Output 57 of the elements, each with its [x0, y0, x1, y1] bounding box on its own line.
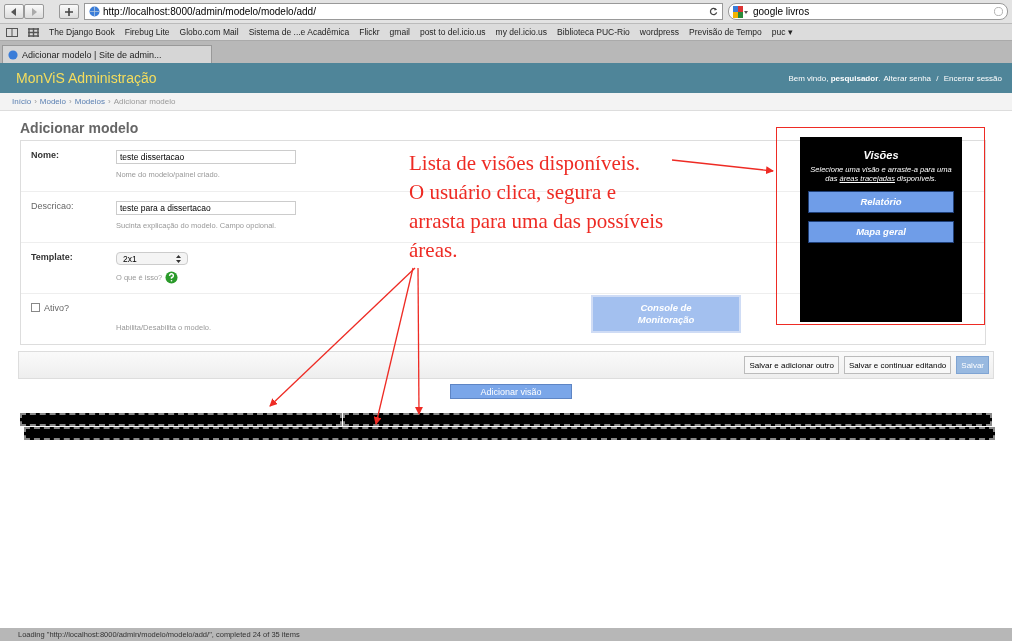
book-icon[interactable] [6, 27, 18, 37]
plus-icon [65, 7, 73, 16]
bookmark-link[interactable]: Biblioteca PUC-Rio [557, 27, 630, 37]
separator-text: / [935, 73, 940, 83]
add-bookmark-button[interactable] [59, 4, 79, 19]
breadcrumb-item[interactable]: Modelos [74, 97, 105, 106]
header-link[interactable]: Encerrar sessão [943, 73, 1002, 83]
browser-tab[interactable]: Adicionar modelo | Site de admin... [2, 45, 212, 63]
bookmark-link[interactable]: gmail [389, 27, 410, 37]
breadcrumb-separator: › [69, 97, 72, 106]
grid-icon[interactable] [28, 27, 39, 37]
breadcrumb-separator: › [34, 97, 37, 106]
bookmark-link[interactable]: my del.icio.us [495, 27, 548, 37]
drop-area[interactable] [24, 427, 995, 440]
site-title: MonViS Administração [16, 70, 157, 86]
forward-icon [30, 7, 38, 16]
text-input[interactable]: teste para a dissertacao [116, 201, 296, 215]
bookmark-link[interactable]: wordpress [639, 27, 680, 37]
panel-title: Visões [863, 149, 899, 161]
field-label: Nome: [31, 150, 59, 160]
bookmark-link[interactable]: The Django Book [49, 27, 115, 37]
field-label: Template: [31, 252, 73, 262]
text-input[interactable]: teste dissertacao [116, 150, 296, 164]
bookmark-link[interactable]: puc ▾ [771, 27, 793, 37]
field-label: Descricao: [31, 201, 74, 211]
bookmark-link[interactable]: Flickr [359, 27, 380, 37]
checkbox[interactable] [31, 303, 40, 312]
back-button[interactable] [4, 4, 24, 19]
google-icon [733, 5, 749, 18]
drop-area[interactable] [343, 413, 992, 426]
save-button[interactable]: Salvar e continuar editando [843, 356, 952, 374]
field-label: Ativo? [44, 303, 69, 313]
drop-area[interactable] [20, 413, 342, 426]
breadcrumb-separator: › [107, 97, 111, 106]
template-select[interactable]: 2x1 [116, 252, 188, 265]
search-field[interactable]: google livros [728, 3, 1008, 20]
bookmark-link[interactable]: Sistema de ...e Acadêmica [248, 27, 350, 37]
tab-title: Adicionar modelo | Site de admin... [22, 49, 162, 60]
url-text: http://localhost:8000/admin/modelo/modelo/add/ [103, 6, 317, 17]
reload-icon[interactable] [709, 7, 718, 16]
breadcrumb-item[interactable]: Início [12, 97, 32, 106]
breadcrumb-item: Adicionar modelo [113, 97, 176, 106]
annotation-text: Lista de visões disponíveis. O usuário clica, segura e arrasta para uma das possíveis áreas. [409, 150, 664, 264]
header-link[interactable]: Alterar senha [883, 73, 932, 83]
address-bar[interactable]: http://localhost:8000/admin/modelo/modelo/add/ [84, 3, 723, 20]
updown-icon [176, 254, 181, 263]
save-button[interactable]: Salvar e adicionar outro [744, 356, 839, 374]
welcome-text: Bem vindo, pesquisador. [788, 73, 881, 83]
bookmark-link[interactable]: Firebug Lite [124, 27, 170, 37]
bookmark-link[interactable]: Previsão de Tempo [689, 27, 762, 37]
page-title: Adicionar modelo [20, 120, 140, 136]
breadcrumb-item[interactable]: Modelo [39, 97, 67, 106]
search-text: google livros [753, 6, 811, 17]
help-icon[interactable] [165, 271, 179, 284]
back-icon [10, 7, 18, 16]
bookmark-link[interactable]: post to del.icio.us [419, 27, 486, 37]
bookmark-link[interactable]: Globo.com Mail [179, 27, 239, 37]
